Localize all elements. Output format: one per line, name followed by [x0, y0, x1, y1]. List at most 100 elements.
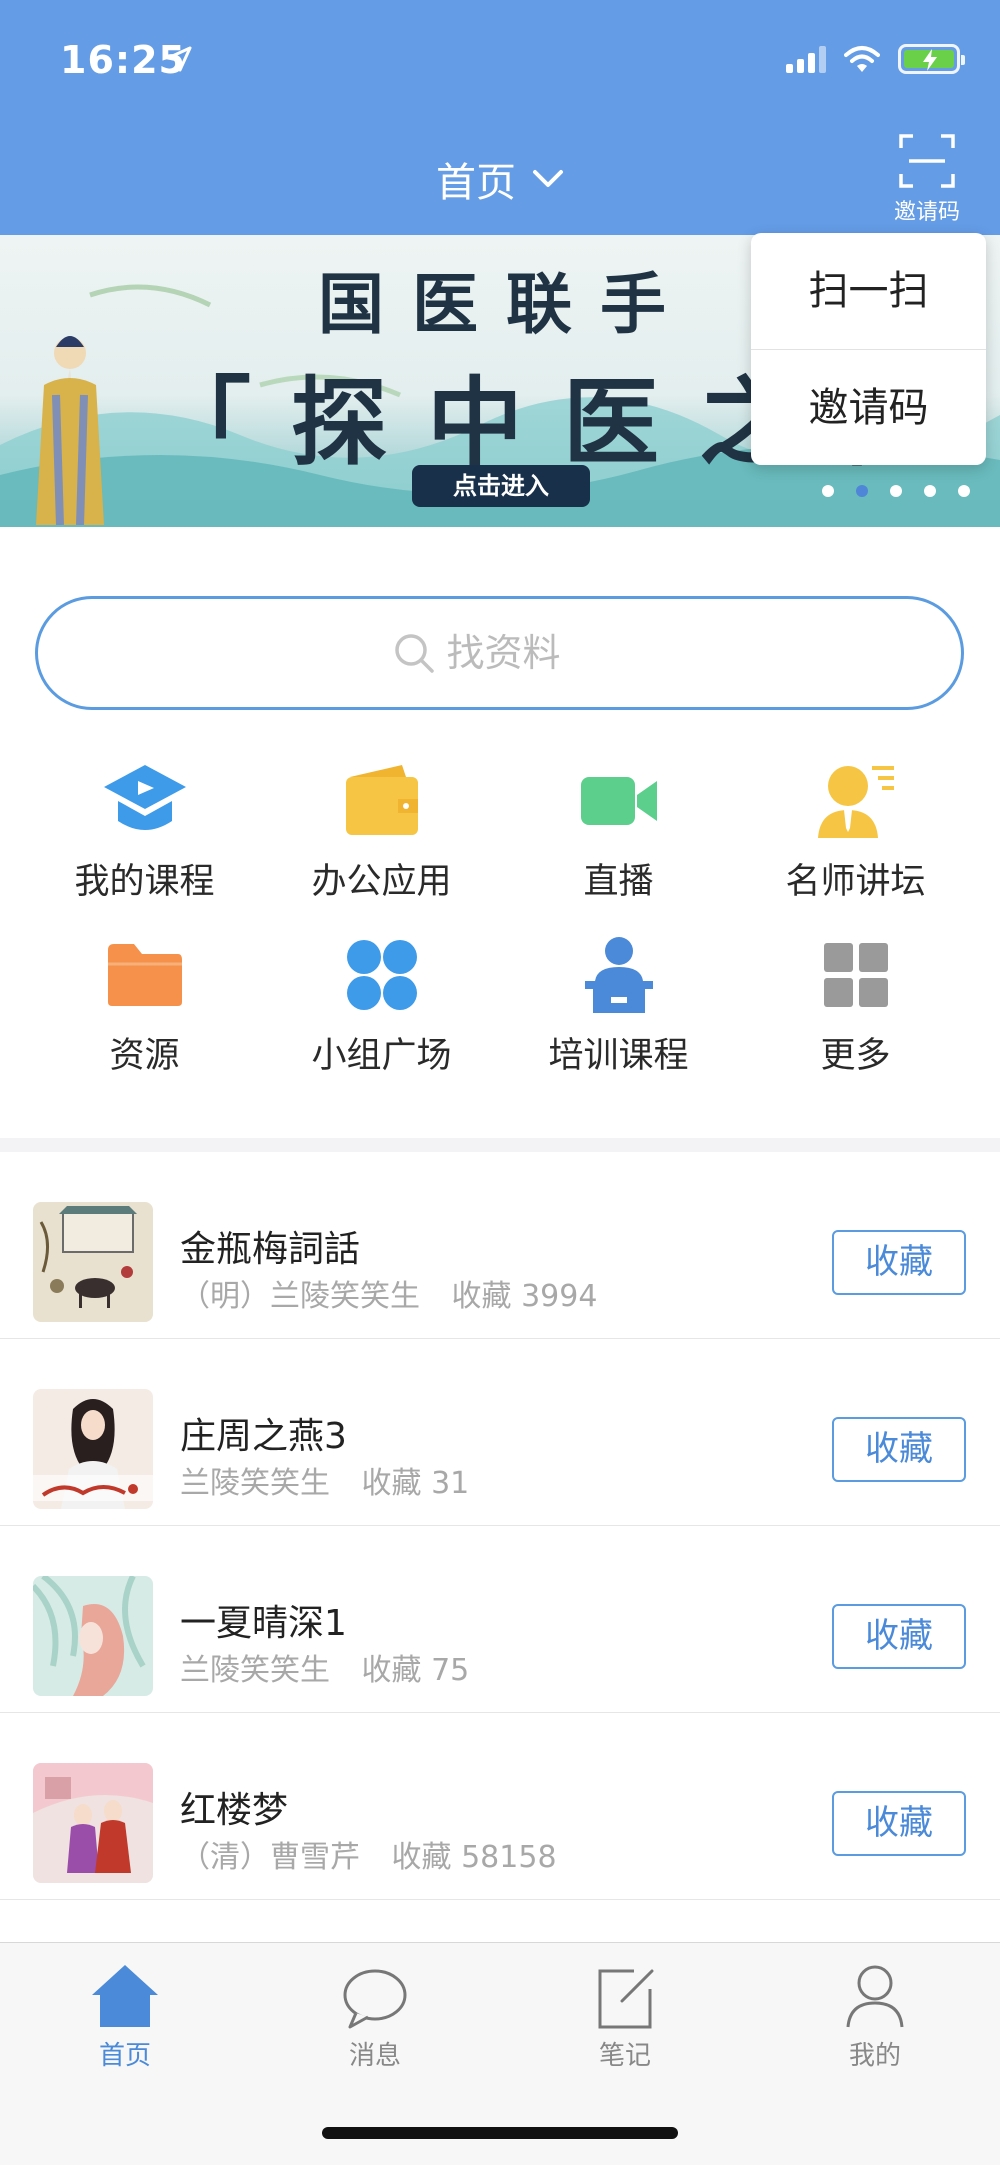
list-item[interactable]: 红楼梦 （清）曹雪芹 收藏 58158 收藏 — [0, 1713, 1000, 1900]
item-meta: 兰陵笑笑生 收藏 75 — [180, 1645, 469, 1689]
feature-grid: 我的课程 办公应用 直播 名师讲坛 资源 小组广场 培训课程 更多 — [0, 760, 1000, 1078]
fav-count: 3994 — [521, 1279, 598, 1314]
location-arrow-icon — [166, 46, 192, 72]
folder-icon — [100, 934, 190, 1015]
favorite-button[interactable]: 收藏 — [832, 1791, 966, 1856]
item-meta: （明）兰陵笑笑生 收藏 3994 — [180, 1271, 597, 1315]
cellular-signal-icon — [786, 45, 826, 73]
fav-count: 31 — [431, 1466, 470, 1501]
item-author: （明）兰陵笑笑生 — [180, 1279, 420, 1314]
fav-count-label: 收藏 — [391, 1840, 452, 1875]
item-author: 兰陵笑笑生 — [180, 1466, 330, 1501]
list-item[interactable]: 金瓶梅詞話 （明）兰陵笑笑生 收藏 3994 收藏 — [0, 1152, 1000, 1339]
battery-icon — [898, 44, 965, 74]
grid-label: 小组广场 — [311, 1036, 452, 1076]
list-item[interactable]: 庄周之燕3 兰陵笑笑生 收藏 31 收藏 — [0, 1339, 1000, 1526]
page-title: 首页 — [436, 160, 516, 206]
section-divider — [0, 1138, 1000, 1152]
book-cover-image — [33, 1763, 153, 1883]
home-indicator — [322, 2127, 678, 2139]
menu-item-scan[interactable]: 扫一扫 — [751, 233, 986, 349]
grid-label: 办公应用 — [311, 862, 452, 902]
wifi-icon — [844, 46, 880, 72]
top-header: 16:25 首页 邀请码 — [0, 0, 1000, 235]
scan-popup-menu: 扫一扫 邀请码 — [751, 233, 986, 465]
search-input[interactable] — [446, 631, 607, 675]
grid-label: 名师讲坛 — [785, 862, 926, 902]
grid-item-group-plaza[interactable]: 小组广场 — [263, 934, 500, 1078]
carousel-dot[interactable] — [890, 485, 902, 497]
fav-count: 58158 — [461, 1840, 557, 1875]
grid-item-resources[interactable]: 资源 — [26, 934, 263, 1078]
sage-figure-illustration — [36, 336, 104, 525]
more-grid-icon — [811, 934, 901, 1015]
fav-count-label: 收藏 — [361, 1653, 422, 1688]
item-title: 庄周之燕3 — [180, 1416, 347, 1457]
book-cover-image — [33, 1202, 153, 1322]
scan-button[interactable]: 邀请码 — [892, 134, 962, 226]
fav-count-label: 收藏 — [451, 1279, 512, 1314]
search-bar[interactable] — [35, 596, 964, 710]
item-title: 一夏晴深1 — [180, 1603, 347, 1644]
item-meta: 兰陵笑笑生 收藏 31 — [180, 1458, 469, 1502]
app-screen: 16:25 首页 邀请码 国医联手 「探中医之秘 点击进入 扫一扫 邀请码 找资… — [0, 0, 1000, 2165]
grid-label: 我的课程 — [74, 862, 215, 902]
fav-count: 75 — [431, 1653, 470, 1688]
tab-messages[interactable]: 消息 — [300, 1957, 450, 2072]
grid-label: 培训课程 — [548, 1036, 689, 1076]
fav-count-label: 收藏 — [361, 1466, 422, 1501]
favorite-button[interactable]: 收藏 — [832, 1417, 966, 1482]
profile-icon — [800, 1957, 950, 2029]
book-cover-image — [33, 1576, 153, 1696]
carousel-dot-active[interactable] — [856, 485, 868, 497]
tab-notes[interactable]: 笔记 — [550, 1957, 700, 2072]
status-indicators — [786, 44, 965, 74]
carousel-dots — [822, 485, 970, 497]
graduation-cap-icon — [100, 760, 190, 841]
lecturer-icon — [574, 934, 664, 1015]
grid-item-my-courses[interactable]: 我的课程 — [26, 760, 263, 904]
teacher-icon — [811, 760, 901, 841]
list-item[interactable]: 一夏晴深1 兰陵笑笑生 收藏 75 收藏 — [0, 1526, 1000, 1713]
grid-item-office-apps[interactable]: 办公应用 — [263, 760, 500, 904]
resource-list: 金瓶梅詞話 （明）兰陵笑笑生 收藏 3994 收藏 庄周之燕3 兰陵笑笑生 收藏… — [0, 1152, 1000, 1900]
carousel-dot[interactable] — [822, 485, 834, 497]
video-camera-icon — [574, 760, 664, 841]
page-title-dropdown[interactable]: 首页 — [0, 150, 1000, 208]
chat-bubble-icon — [300, 1957, 450, 2029]
grid-item-live[interactable]: 直播 — [500, 760, 737, 904]
item-author: 兰陵笑笑生 — [180, 1653, 330, 1688]
tab-profile[interactable]: 我的 — [800, 1957, 950, 2072]
edit-note-icon — [550, 1957, 700, 2029]
item-title: 金瓶梅詞話 — [180, 1229, 361, 1270]
tab-home[interactable]: 首页 — [50, 1957, 200, 2072]
scan-caption: 邀请码 — [893, 200, 960, 225]
favorite-button[interactable]: 收藏 — [832, 1230, 966, 1295]
scan-frame-icon — [899, 134, 955, 188]
group-icon — [337, 934, 427, 1015]
carousel-dot[interactable] — [958, 485, 970, 497]
tab-label: 我的 — [848, 2041, 901, 2071]
grid-label: 资源 — [109, 1036, 180, 1076]
item-title: 红楼梦 — [180, 1790, 289, 1831]
book-cover-image — [33, 1389, 153, 1509]
chevron-down-icon — [533, 170, 563, 187]
item-author: （清）曹雪芹 — [180, 1840, 360, 1875]
banner-cta-button[interactable]: 点击进入 — [412, 465, 590, 507]
grid-item-famous-teachers[interactable]: 名师讲坛 — [737, 760, 974, 904]
home-icon — [50, 1957, 200, 2029]
tab-label: 消息 — [348, 2041, 401, 2071]
favorite-button[interactable]: 收藏 — [832, 1604, 966, 1669]
wallet-icon — [337, 760, 427, 841]
menu-item-invite-code[interactable]: 邀请码 — [751, 349, 986, 465]
grid-item-training-courses[interactable]: 培训课程 — [500, 934, 737, 1078]
carousel-dot[interactable] — [924, 485, 936, 497]
grid-item-more[interactable]: 更多 — [737, 934, 974, 1078]
tab-label: 首页 — [98, 2041, 151, 2071]
banner-heading: 国医联手 — [318, 265, 694, 343]
grid-label: 更多 — [820, 1036, 891, 1076]
item-meta: （清）曹雪芹 收藏 58158 — [180, 1832, 557, 1876]
grid-label: 直播 — [583, 862, 654, 902]
tab-label: 笔记 — [598, 2041, 651, 2071]
search-icon — [394, 634, 434, 673]
